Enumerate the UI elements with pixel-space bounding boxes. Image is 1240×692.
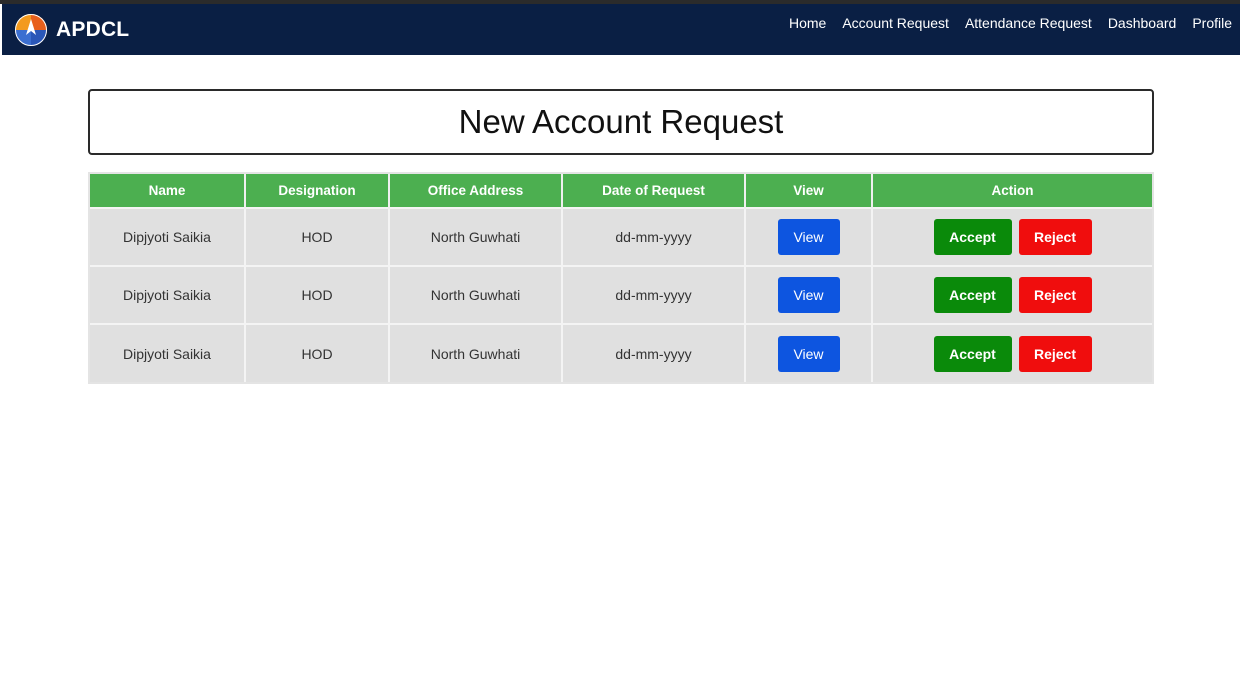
header-designation: Designation [245, 174, 390, 208]
cell-view: View [745, 323, 873, 382]
accept-button[interactable]: Accept [933, 219, 1012, 255]
nav-home[interactable]: Home [789, 15, 826, 31]
cell-date: dd-mm-yyyy [562, 265, 746, 324]
cell-name: Dipjyoti Saikia [90, 323, 246, 382]
cell-action: Accept Reject [872, 207, 1152, 266]
header-name: Name [90, 174, 246, 208]
cell-office-address: North Guwhati [389, 323, 563, 382]
view-button[interactable]: View [777, 219, 840, 255]
cell-office-address: North Guwhati [389, 265, 563, 324]
page-title: New Account Request [458, 103, 784, 140]
view-button[interactable]: View [777, 335, 840, 372]
cell-view: View [745, 207, 873, 266]
cell-designation: HOD [245, 207, 390, 266]
nav-profile[interactable]: Profile [1192, 15, 1232, 31]
table-row: Dipjyoti Saikia HOD North Guwhati dd-mm-… [90, 265, 1152, 324]
cell-date: dd-mm-yyyy [562, 323, 746, 382]
reject-button[interactable]: Reject [1018, 219, 1092, 255]
nav-links: Home Account Request Attendance Request … [789, 15, 1232, 31]
view-button[interactable]: View [777, 277, 840, 313]
app-window: APDCL Home Account Request Attendance Re… [0, 4, 1240, 692]
brand[interactable]: APDCL [14, 13, 129, 47]
header-view: View [745, 174, 873, 208]
cell-action: Accept Reject [872, 265, 1152, 324]
table-row: Dipjyoti Saikia HOD North Guwhati dd-mm-… [90, 207, 1152, 266]
header-office-address: Office Address [389, 174, 563, 208]
cell-designation: HOD [245, 265, 390, 324]
reject-button[interactable]: Reject [1018, 335, 1092, 372]
requests-table: Name Designation Office Address Date of … [90, 174, 1152, 382]
cell-action: Accept Reject [872, 323, 1152, 382]
header-action: Action [872, 174, 1152, 208]
nav-dashboard[interactable]: Dashboard [1108, 15, 1177, 31]
brand-name: APDCL [56, 18, 130, 41]
navbar: APDCL Home Account Request Attendance Re… [2, 4, 1240, 55]
cell-date: dd-mm-yyyy [562, 207, 746, 266]
nav-attendance-request[interactable]: Attendance Request [965, 15, 1092, 31]
table-row: Dipjyoti Saikia HOD North Guwhati dd-mm-… [90, 323, 1152, 382]
cell-name: Dipjyoti Saikia [90, 207, 246, 266]
requests-table-container: Name Designation Office Address Date of … [88, 172, 1154, 384]
cell-office-address: North Guwhati [389, 207, 563, 266]
reject-button[interactable]: Reject [1018, 277, 1092, 313]
cell-view: View [745, 265, 873, 324]
nav-account-request[interactable]: Account Request [842, 15, 949, 31]
page-title-box: New Account Request [88, 89, 1154, 155]
accept-button[interactable]: Accept [933, 277, 1012, 313]
cell-designation: HOD [245, 323, 390, 382]
table-header-row: Name Designation Office Address Date of … [90, 174, 1152, 208]
apdcl-logo-icon [15, 14, 47, 46]
accept-button[interactable]: Accept [933, 335, 1012, 372]
header-date-of-request: Date of Request [562, 174, 746, 208]
cell-name: Dipjyoti Saikia [90, 265, 246, 324]
